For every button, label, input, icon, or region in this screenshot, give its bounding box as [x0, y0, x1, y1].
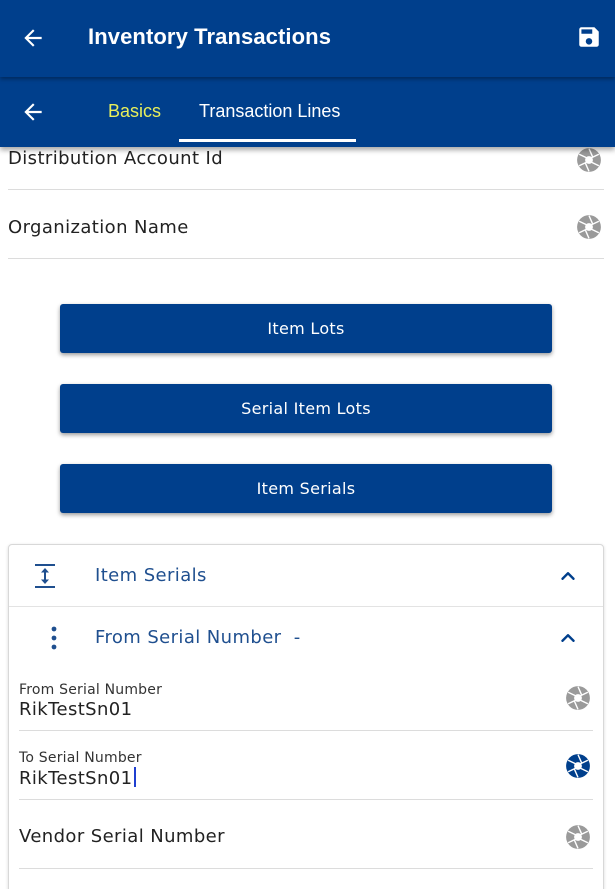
aperture-icon[interactable]: [576, 214, 602, 240]
field-label: From Serial Number: [19, 682, 163, 698]
item-serials-section: Item Serials From Serial Number - From S…: [8, 544, 604, 889]
item-lots-button[interactable]: Item Lots: [60, 304, 552, 353]
app-bar: Inventory Transactions: [0, 0, 615, 77]
arrow-left-icon[interactable]: [20, 99, 46, 125]
serial-item-lots-button[interactable]: Serial Item Lots: [60, 384, 552, 433]
field-label: Organization Name: [8, 217, 189, 238]
aperture-icon[interactable]: [565, 753, 591, 779]
tab-transaction-lines[interactable]: Transaction Lines: [199, 101, 340, 122]
distribution-account-id-field[interactable]: Distribution Account Id: [8, 147, 604, 190]
vendor-serial-number-field[interactable]: Vendor Serial Number: [19, 800, 593, 869]
field-value[interactable]: RikTestSn01: [19, 768, 133, 789]
chevron-up-icon[interactable]: [557, 565, 579, 587]
chevron-up-icon[interactable]: [557, 627, 579, 649]
item-serials-header[interactable]: Item Serials: [9, 545, 603, 607]
save-icon[interactable]: [576, 24, 602, 50]
subsection-title: From Serial Number -: [95, 627, 301, 648]
text-cursor: [133, 767, 136, 787]
field-label: Vendor Serial Number: [19, 826, 225, 847]
form-content[interactable]: Distribution Account Id Organization Nam…: [0, 147, 615, 889]
tab-basics[interactable]: Basics: [108, 101, 161, 122]
page-title: Inventory Transactions: [88, 24, 332, 49]
field-value-wrapper[interactable]: RikTestSn01: [19, 767, 136, 789]
from-serial-number-field[interactable]: From Serial Number RikTestSn01: [19, 669, 593, 731]
expand-vertical-icon: [35, 564, 55, 588]
field-label: To Serial Number: [19, 750, 142, 766]
active-tab-indicator: [179, 139, 356, 142]
to-serial-number-field[interactable]: To Serial Number RikTestSn01: [19, 731, 593, 800]
organization-name-field[interactable]: Organization Name: [8, 190, 604, 259]
aperture-icon[interactable]: [565, 685, 591, 711]
tab-bar: Basics Transaction Lines: [0, 77, 615, 147]
section-title: Item Serials: [95, 565, 207, 586]
aperture-icon[interactable]: [565, 824, 591, 850]
item-serials-button[interactable]: Item Serials: [60, 464, 552, 513]
field-value[interactable]: RikTestSn01: [19, 699, 133, 720]
arrow-left-icon[interactable]: [20, 25, 46, 51]
aperture-icon[interactable]: [576, 147, 602, 173]
field-label: Distribution Account Id: [8, 148, 224, 169]
from-serial-number-subheader[interactable]: From Serial Number -: [9, 607, 603, 669]
more-vertical-icon[interactable]: [47, 625, 61, 651]
